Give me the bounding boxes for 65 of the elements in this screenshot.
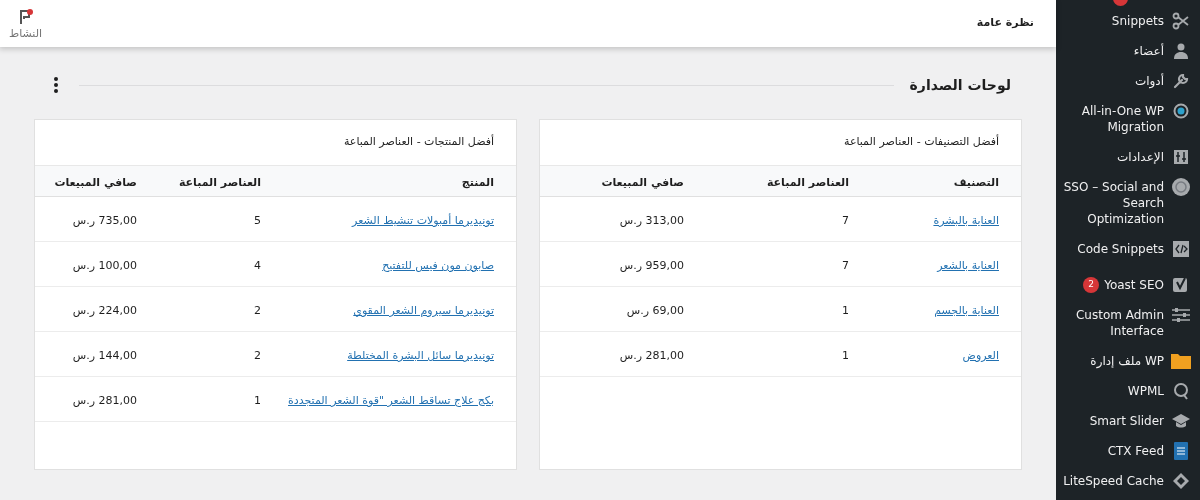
- column-header: العناصر المباعة: [178, 176, 261, 189]
- sidebar-item[interactable]: Snippets: [1056, 6, 1200, 36]
- sidebar-item[interactable]: أعضاء: [1056, 36, 1200, 66]
- document-icon: [1174, 442, 1188, 460]
- scissors-icon: [1172, 12, 1190, 30]
- sidebar-item[interactable]: أدوات: [1056, 66, 1200, 96]
- sidebar-item[interactable]: 2 Yoast SEO: [1056, 270, 1200, 300]
- table-cell: 281,00 ر.س: [619, 349, 684, 362]
- column-header: العناصر المباعة: [766, 176, 849, 189]
- diamond-icon: [1172, 472, 1190, 490]
- table-cell: 1: [842, 304, 849, 317]
- product-link[interactable]: صابون مون فيس للتفتيح: [382, 259, 494, 272]
- table-cell: 7: [842, 214, 849, 227]
- table-cell: 1: [842, 349, 849, 362]
- column-header: صافي المبيعات: [601, 176, 684, 189]
- card-title: أفضل المنتجات - العناصر المباعة: [343, 134, 494, 151]
- folder-icon: [1170, 352, 1192, 370]
- globe-icon: [1171, 177, 1191, 197]
- table-cell: 2: [254, 349, 261, 362]
- table-cell: 281,00 ر.س: [72, 394, 137, 407]
- sidebar-item[interactable]: LiteSpeed Cache: [1056, 466, 1200, 496]
- column-header: صافي المبيعات: [54, 176, 137, 189]
- sliders-icon: [1171, 306, 1191, 324]
- table-cell: 69,00 ر.س: [626, 304, 684, 317]
- table-cell: 100,00 ر.س: [72, 259, 137, 272]
- category-link[interactable]: العناية بالبشرة: [933, 214, 999, 227]
- table-cell: 2: [254, 304, 261, 317]
- sidebar-item[interactable]: WPML: [1056, 376, 1200, 406]
- table-cell: 4: [254, 259, 261, 272]
- sidebar-item[interactable]: CTX Feed: [1056, 436, 1200, 466]
- page-title: نظرة عامة: [976, 15, 1034, 32]
- sidebar-item[interactable]: ملف إدارة WP: [1056, 346, 1200, 376]
- category-link[interactable]: العناية بالشعر: [937, 259, 999, 272]
- user-icon: [1172, 42, 1190, 60]
- category-link[interactable]: العناية بالجسم: [934, 304, 999, 317]
- sidebar-item[interactable]: الإعدادات: [1056, 142, 1200, 172]
- table-cell: 224,00 ر.س: [72, 304, 137, 317]
- category-link[interactable]: العروض: [962, 349, 999, 362]
- table-cell: 313,00 ر.س: [619, 214, 684, 227]
- product-link[interactable]: تونيديرما سائل البشرة المختلطة: [347, 349, 494, 362]
- activity-button[interactable]: النشاط: [9, 4, 43, 43]
- table-cell: 7: [842, 259, 849, 272]
- column-header: التصنيف: [953, 176, 999, 189]
- sidebar-item[interactable]: All-in-One WP Migration: [1056, 96, 1200, 142]
- product-link[interactable]: تونيديرما أمبولات تنشيط الشعر: [352, 214, 494, 227]
- count-badge: 2: [1083, 277, 1100, 293]
- graduation-cap-icon: [1171, 412, 1191, 430]
- wrench-icon: [1172, 72, 1190, 90]
- table-cell: 959,00 ر.س: [619, 259, 684, 272]
- table-cell: 144,00 ر.س: [72, 349, 137, 362]
- settings-icon: [1172, 148, 1190, 166]
- card-title: أفضل التصنيفات - العناصر المباعة: [844, 134, 999, 151]
- table-cell: 5: [254, 214, 261, 227]
- sidebar-item[interactable]: Custom Admin Interface: [1056, 300, 1200, 346]
- sidebar-item[interactable]: SSO – Social and Search Optimization: [1056, 172, 1200, 234]
- section-title: لوحات الصدارة: [909, 75, 1011, 96]
- product-link[interactable]: بكج علاج تساقط الشعر "قوة الشعر المتجددة: [288, 394, 494, 407]
- code-icon: [1173, 241, 1189, 257]
- sidebar-item[interactable]: Smart Slider: [1056, 406, 1200, 436]
- sidebar-item[interactable]: Code Snippets: [1056, 234, 1200, 264]
- table-cell: 1: [254, 394, 261, 407]
- table-cell: 735,00 ر.س: [72, 214, 137, 227]
- product-link[interactable]: تونيديرما سيروم الشعر المقوي: [353, 304, 494, 317]
- column-header: المنتج: [461, 176, 494, 189]
- yoast-icon: [1172, 276, 1190, 294]
